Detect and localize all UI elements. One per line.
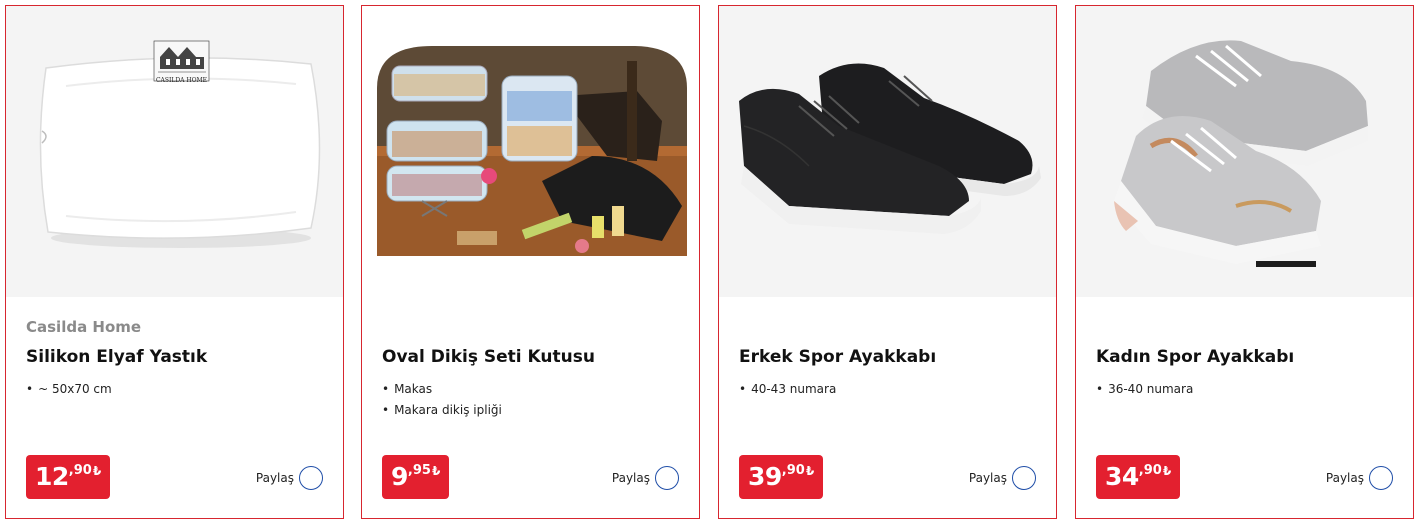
price-badge: 34 ,90 ₺ (1096, 455, 1181, 499)
feature-item: 40-43 numara (739, 379, 836, 400)
share-circle-icon[interactable] (1012, 466, 1036, 490)
feature-item: ~ 50x70 cm (26, 379, 112, 400)
product-card-kadin-spor-ayakkabi[interactable]: Kadın Spor Ayakkabı 36-40 numara 34 ,90 … (1075, 5, 1414, 519)
currency-symbol: ₺ (431, 464, 441, 478)
product-title[interactable]: Silikon Elyaf Yastık (26, 347, 207, 367)
feature-list: ~ 50x70 cm (26, 379, 112, 400)
share-button[interactable]: Paylaş (612, 466, 679, 490)
feature-list: 36-40 numara (1096, 379, 1193, 400)
product-image-women-sneakers[interactable] (1076, 6, 1413, 297)
pillow-logo-text: CASILDA HOME (155, 77, 208, 84)
product-title[interactable]: Kadın Spor Ayakkabı (1096, 347, 1294, 367)
share-circle-icon[interactable] (1369, 466, 1393, 490)
share-label[interactable]: Paylaş (256, 471, 294, 485)
product-title[interactable]: Erkek Spor Ayakkabı (739, 347, 936, 367)
product-card-erkek-spor-ayakkabi[interactable]: Erkek Spor Ayakkabı 40-43 numara 39 ,90 … (718, 5, 1057, 519)
currency-symbol: ₺ (92, 464, 102, 478)
feature-item: Makas (382, 379, 502, 400)
share-label[interactable]: Paylaş (1326, 471, 1364, 485)
share-button[interactable]: Paylaş (1326, 466, 1393, 490)
product-brand: Casilda Home (26, 318, 142, 336)
price-decimal: ,90 (68, 463, 92, 478)
price-integer: 9 (391, 462, 408, 491)
feature-list: Makas Makara dikiş ipliği (382, 379, 502, 421)
feature-list: 40-43 numara (739, 379, 836, 400)
price-decimal: ,90 (1138, 463, 1162, 478)
share-label[interactable]: Paylaş (612, 471, 650, 485)
price-badge: 39 ,90 ₺ (739, 455, 824, 499)
product-title[interactable]: Oval Dikiş Seti Kutusu (382, 347, 595, 367)
product-card-dikis-seti[interactable]: Oval Dikiş Seti Kutusu Makas Makara diki… (361, 5, 700, 519)
price-integer: 12 (35, 462, 69, 491)
price-badge: 9 ,95 ₺ (382, 455, 450, 499)
share-circle-icon[interactable] (655, 466, 679, 490)
feature-item: Makara dikiş ipliği (382, 400, 502, 421)
price-badge: 12 ,90 ₺ (26, 455, 111, 499)
feature-item: 36-40 numara (1096, 379, 1193, 400)
price-decimal: ,95 (407, 463, 431, 478)
product-image-men-sneakers[interactable] (719, 6, 1056, 297)
share-button[interactable]: Paylaş (256, 466, 323, 490)
price-decimal: ,90 (781, 463, 805, 478)
share-button[interactable]: Paylaş (969, 466, 1036, 490)
product-image-sewing-kit[interactable] (362, 6, 699, 297)
product-card-silikon-yastik[interactable]: CASILDA HOME Casilda Home Silikon Elyaf … (5, 5, 344, 519)
share-circle-icon[interactable] (299, 466, 323, 490)
currency-symbol: ₺ (1162, 464, 1172, 478)
share-label[interactable]: Paylaş (969, 471, 1007, 485)
price-integer: 34 (1105, 462, 1139, 491)
currency-symbol: ₺ (805, 464, 815, 478)
price-integer: 39 (748, 462, 782, 491)
product-image-pillow[interactable]: CASILDA HOME (6, 6, 343, 297)
